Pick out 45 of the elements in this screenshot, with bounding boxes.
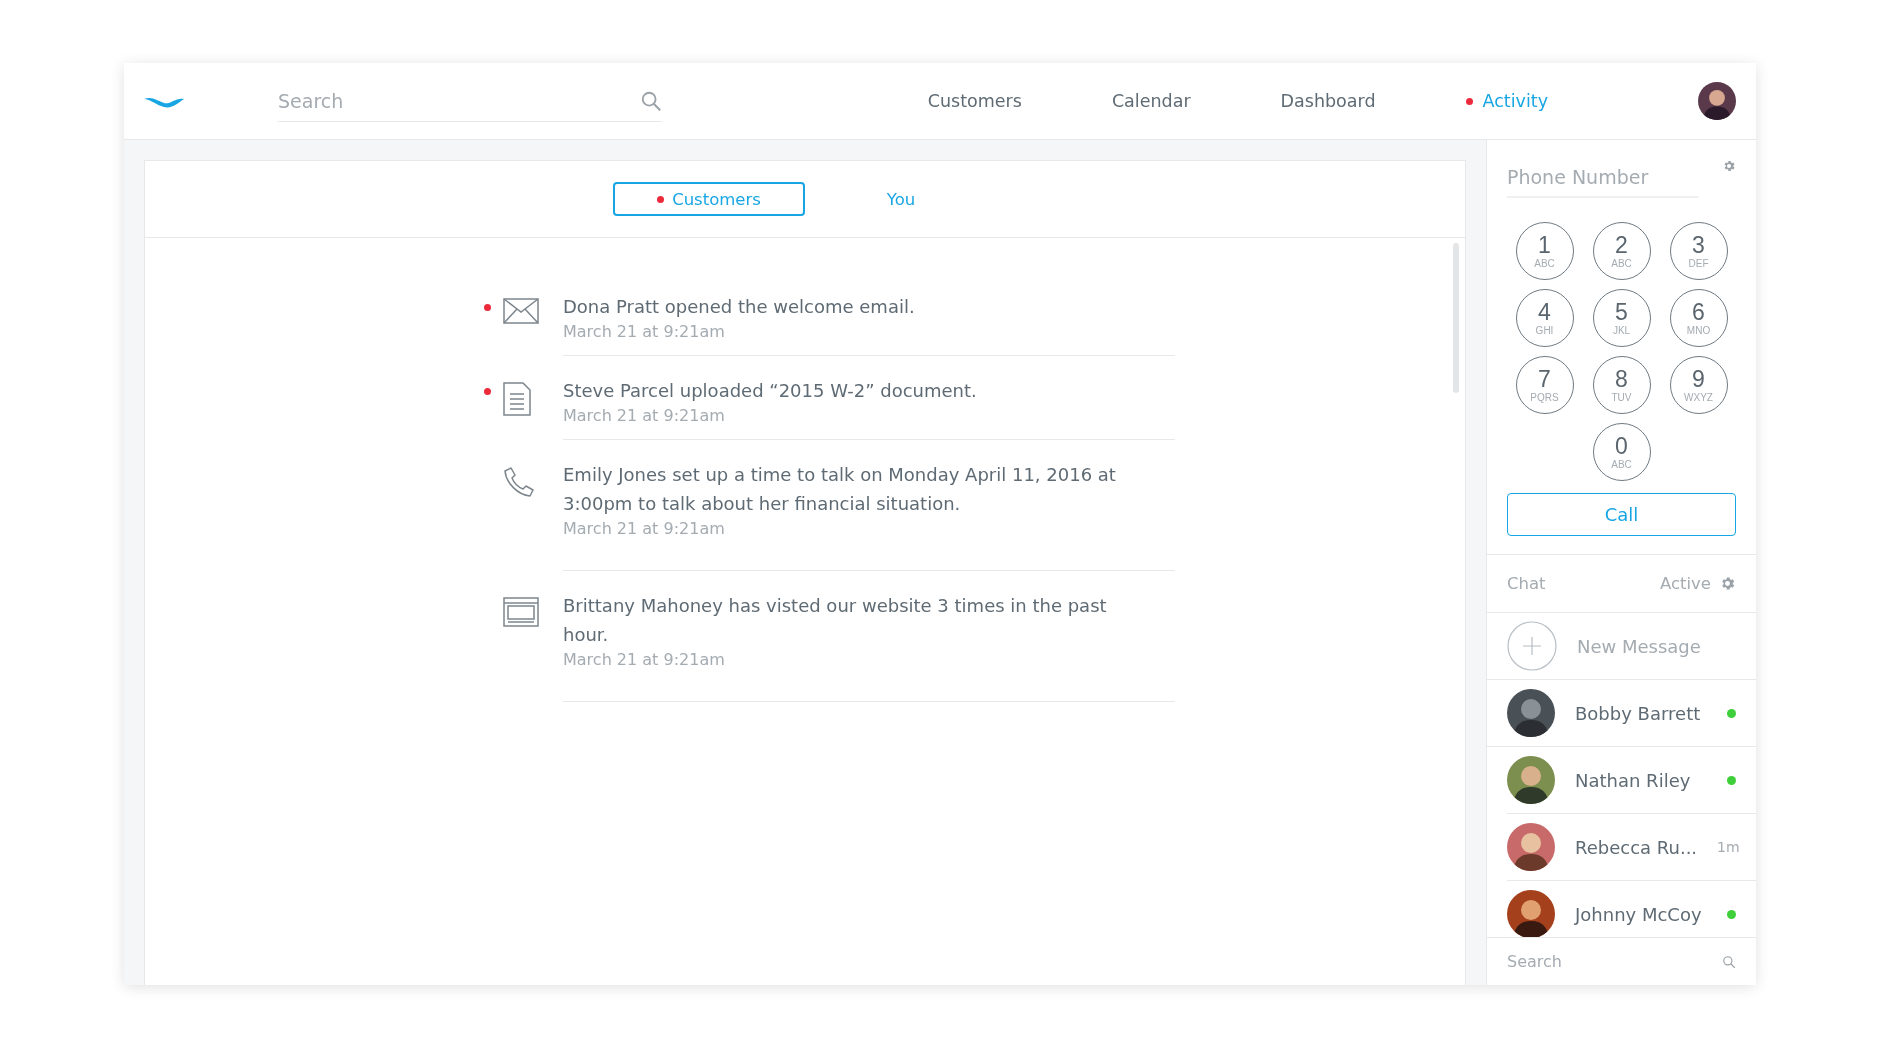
settings-icon[interactable]: [1719, 575, 1736, 592]
last-seen-time: 1m: [1717, 839, 1740, 855]
contact-name: Johnny McCoy: [1575, 903, 1703, 925]
dial-key[interactable]: 3 DEF: [1669, 222, 1728, 280]
status-label: Active: [1659, 574, 1711, 593]
chat-search-field[interactable]: Search: [1507, 952, 1722, 971]
activity-time: March 21 at 9:21am: [563, 518, 726, 540]
dial-key[interactable]: 2 ABC: [1592, 222, 1651, 280]
dial-key[interactable]: 8 TUV: [1592, 356, 1651, 414]
activity-time: March 21 at 9:21am: [563, 321, 726, 343]
activity-text: Dona Pratt opened the welcome email.: [563, 295, 916, 319]
phone-icon: [503, 466, 535, 498]
search-field[interactable]: Search: [278, 89, 640, 112]
contact-name: Bobby Barrett: [1575, 702, 1702, 724]
contact-row[interactable]: Rebecca Ru... 1m: [1507, 814, 1756, 881]
activity-time: March 21 at 9:21am: [563, 405, 726, 427]
search-icon[interactable]: [1722, 954, 1736, 969]
contact-name: Nathan Riley: [1575, 769, 1692, 791]
search-icon[interactable]: [640, 89, 662, 112]
dial-key[interactable]: 5 JKL: [1592, 289, 1651, 347]
activity-text: Steve Parcel uploaded “2015 W-2” document.: [563, 379, 978, 403]
activity-text: Emily Jones set up a time to talk on Monday April 11, 2016 at 3:00pm to talk about her financial situation.: [563, 463, 1117, 516]
contact-row[interactable]: Johnny McCoy: [1507, 881, 1756, 937]
chat-title: Chat: [1507, 574, 1546, 593]
nav-link[interactable]: Dashboard: [1280, 91, 1376, 111]
activity-text: Brittany Mahoney has visted our website 3 times in the past hour.: [563, 594, 1108, 647]
scrollbar[interactable]: [1453, 243, 1459, 393]
dial-key[interactable]: 9 WXYZ: [1669, 356, 1728, 414]
plus-icon: [1507, 621, 1557, 671]
dial-key[interactable]: 6 MNO: [1669, 289, 1728, 347]
settings-icon[interactable]: [1722, 159, 1736, 173]
dial-key[interactable]: 1 ABC: [1515, 222, 1574, 280]
nav-link[interactable]: Customers: [927, 91, 1022, 111]
dial-key[interactable]: 0 ABC: [1592, 423, 1651, 481]
contact-row[interactable]: Nathan Riley: [1507, 747, 1756, 814]
dial-key[interactable]: 4 GHI: [1515, 289, 1574, 347]
dial-key[interactable]: 7 PQRS: [1515, 356, 1574, 414]
contact-row[interactable]: Bobby Barrett: [1487, 680, 1756, 747]
activity-time: March 21 at 9:21am: [563, 649, 726, 671]
phone-number-field[interactable]: Phone Number: [1507, 166, 1699, 188]
browser-window-icon: [503, 597, 539, 627]
nav-link[interactable]: Calendar: [1111, 91, 1191, 111]
envelope-icon: [503, 298, 539, 324]
contact-name: Rebecca Ru...: [1575, 836, 1698, 858]
document-icon: [503, 382, 531, 416]
